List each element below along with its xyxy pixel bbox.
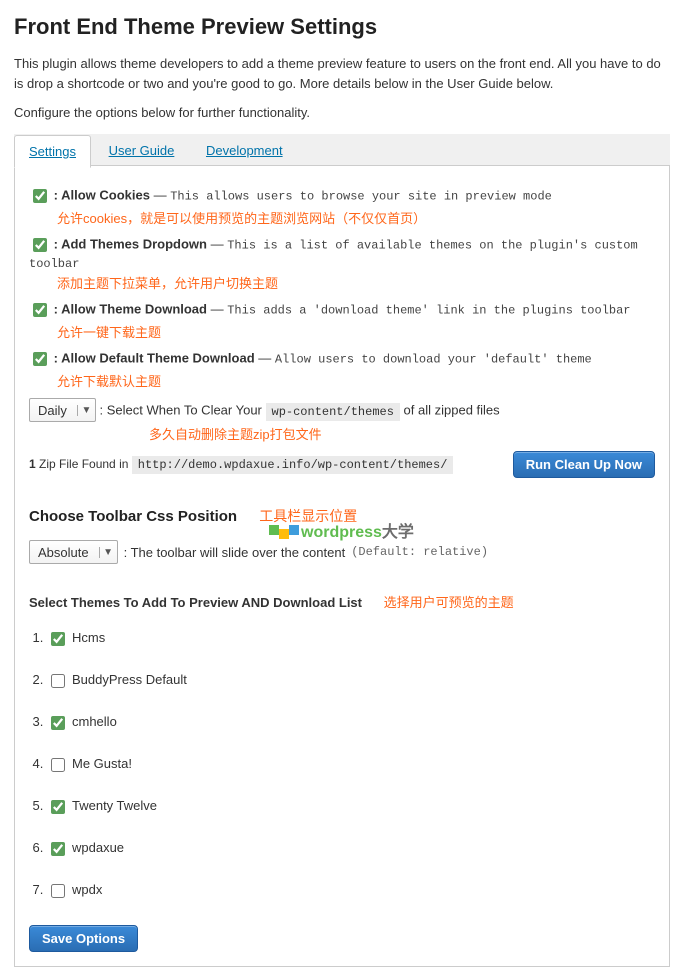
theme-checkbox[interactable] bbox=[51, 884, 65, 898]
theme-label: BuddyPress Default bbox=[72, 672, 187, 687]
default-download-label: : Allow Default Theme Download bbox=[54, 350, 255, 365]
theme-checkbox[interactable] bbox=[51, 800, 65, 814]
option-default-download: : Allow Default Theme Download — Allow u… bbox=[29, 349, 655, 369]
allow-cookies-checkbox[interactable] bbox=[33, 189, 47, 203]
allow-cookies-desc: This allows users to browse your site in… bbox=[170, 189, 552, 203]
list-item: Me Gusta! bbox=[47, 755, 655, 775]
default-download-annotation: 允许下载默认主题 bbox=[57, 371, 655, 390]
chevron-down-icon: ▼ bbox=[99, 547, 117, 558]
add-dropdown-annotation: 添加主题下拉菜单，允许用户切换主题 bbox=[57, 273, 655, 292]
list-item: Hcms bbox=[47, 629, 655, 649]
add-dropdown-label: : Add Themes Dropdown bbox=[54, 236, 207, 251]
list-item: wpdaxue bbox=[47, 839, 655, 859]
default-download-desc: Allow users to download your 'default' t… bbox=[275, 352, 592, 366]
theme-label: wpdaxue bbox=[72, 840, 124, 855]
toolbar-position-select[interactable]: Absolute ▼ bbox=[29, 540, 118, 564]
theme-checkbox[interactable] bbox=[51, 632, 65, 646]
toolbar-default: (Default: relative) bbox=[351, 545, 488, 559]
option-add-dropdown: : Add Themes Dropdown — This is a list o… bbox=[29, 235, 655, 271]
page-title: Front End Theme Preview Settings bbox=[14, 14, 670, 40]
clear-annotation: 多久自动删除主题zip打包文件 bbox=[149, 424, 655, 443]
option-allow-cookies: : Allow Cookies — This allows users to b… bbox=[29, 186, 655, 206]
clear-frequency-select[interactable]: Daily ▼ bbox=[29, 398, 96, 422]
dash: — bbox=[154, 187, 167, 202]
toolbar-desc: : The toolbar will slide over the conten… bbox=[124, 545, 346, 560]
dash: — bbox=[211, 301, 224, 316]
theme-download-checkbox[interactable] bbox=[33, 303, 47, 317]
save-options-button[interactable]: Save Options bbox=[29, 925, 138, 952]
default-download-checkbox[interactable] bbox=[33, 352, 47, 366]
tab-bar: Settings User Guide Development bbox=[14, 134, 670, 166]
dash: — bbox=[258, 350, 271, 365]
clear-path: wp-content/themes bbox=[266, 403, 400, 421]
theme-download-label: : Allow Theme Download bbox=[54, 301, 207, 316]
toolbar-position-value: Absolute bbox=[30, 545, 99, 560]
tab-user-guide[interactable]: User Guide bbox=[95, 135, 189, 166]
theme-label: Me Gusta! bbox=[72, 756, 132, 771]
toolbar-annotation: 工具栏显示位置 bbox=[259, 508, 357, 524]
plugin-description: This plugin allows theme developers to a… bbox=[14, 54, 670, 93]
themes-list: Hcms BuddyPress Default cmhello Me Gusta… bbox=[29, 629, 655, 901]
theme-label: Hcms bbox=[72, 630, 105, 645]
theme-label: Twenty Twelve bbox=[72, 798, 157, 813]
theme-checkbox[interactable] bbox=[51, 674, 65, 688]
chevron-down-icon: ▼ bbox=[77, 405, 95, 416]
clear-label-suffix: of all zipped files bbox=[404, 403, 500, 418]
allow-cookies-annotation: 允许cookies，就是可以使用预览的主题浏览网站（不仅仅首页） bbox=[57, 208, 655, 227]
theme-label: wpdx bbox=[72, 882, 102, 897]
theme-checkbox[interactable] bbox=[51, 842, 65, 856]
list-item: wpdx bbox=[47, 881, 655, 901]
add-dropdown-checkbox[interactable] bbox=[33, 238, 47, 252]
tab-development[interactable]: Development bbox=[192, 135, 297, 166]
theme-download-annotation: 允许一键下载主题 bbox=[57, 322, 655, 341]
theme-download-desc: This adds a 'download theme' link in the… bbox=[227, 303, 630, 317]
clear-frequency-value: Daily bbox=[30, 403, 77, 418]
zip-text: Zip File Found in bbox=[39, 457, 132, 471]
toolbar-section-title: Choose Toolbar Css Position 工具栏显示位置 bbox=[29, 506, 655, 526]
themes-annotation: 选择用户可预览的主题 bbox=[384, 595, 514, 610]
list-item: Twenty Twelve bbox=[47, 797, 655, 817]
allow-cookies-label: : Allow Cookies bbox=[54, 187, 150, 202]
clear-label-prefix: : Select When To Clear Your bbox=[100, 403, 266, 418]
option-theme-download: : Allow Theme Download — This adds a 'do… bbox=[29, 300, 655, 320]
list-item: BuddyPress Default bbox=[47, 671, 655, 691]
zip-count: 1 bbox=[29, 457, 36, 471]
theme-label: cmhello bbox=[72, 714, 117, 729]
settings-panel: : Allow Cookies — This allows users to b… bbox=[14, 166, 670, 967]
list-item: cmhello bbox=[47, 713, 655, 733]
theme-checkbox[interactable] bbox=[51, 716, 65, 730]
dash: — bbox=[211, 236, 224, 251]
run-cleanup-button[interactable]: Run Clean Up Now bbox=[513, 451, 655, 478]
theme-checkbox[interactable] bbox=[51, 758, 65, 772]
configure-text: Configure the options below for further … bbox=[14, 105, 670, 120]
zip-path: http://demo.wpdaxue.info/wp-content/them… bbox=[132, 456, 454, 474]
themes-section-title: Select Themes To Add To Preview AND Down… bbox=[29, 592, 655, 611]
tab-settings[interactable]: Settings bbox=[14, 135, 91, 168]
